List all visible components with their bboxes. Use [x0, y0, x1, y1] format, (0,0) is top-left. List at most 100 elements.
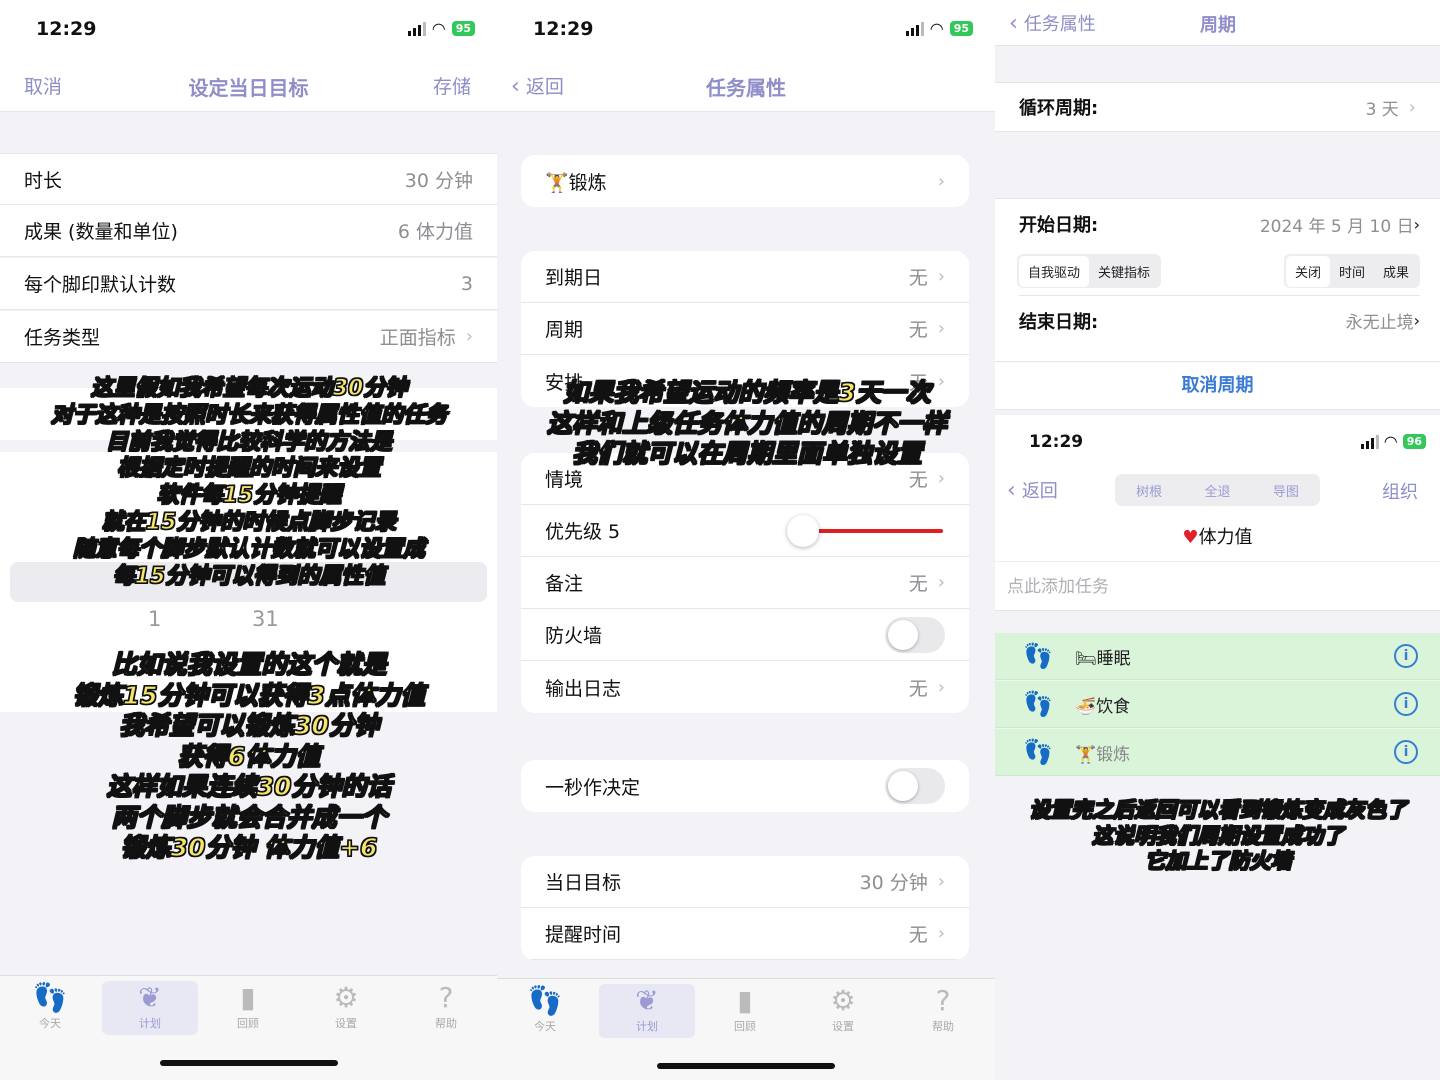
- caption-overlay-2: 比如说我设置的这个就是 锻炼15分钟可以获得3点体力值 我希望可以锻炼30分钟 获得6…: [72, 649, 426, 862]
- task-row-sleep[interactable]: 👣 🛏睡眠 i: [995, 633, 1440, 680]
- seg-back-all[interactable]: 全退: [1204, 481, 1230, 500]
- tab-review[interactable]: ▮ 回顾: [200, 981, 296, 1035]
- nav-bar: ‹ 任务属性 周期: [995, 0, 1440, 46]
- page-title: 设定当日目标: [188, 76, 309, 100]
- chevron-left-icon: ‹: [1007, 478, 1016, 503]
- gear-icon: ⚙: [830, 984, 856, 1017]
- panel-task-properties: 12:29 ◠ 95 ‹ 返回 任务属性 🏋锻炼 › 到期日无 › 周期无 › 安排无…: [497, 0, 995, 1080]
- seg-key-indicator[interactable]: 关键指标: [1089, 256, 1159, 287]
- quick-decision-row: 一秒作决定: [521, 760, 969, 812]
- inner-view-segmented: 树根 全退 导图: [1115, 474, 1320, 506]
- seg-result[interactable]: 成果: [1374, 256, 1418, 287]
- battery-icon: 95: [451, 21, 475, 36]
- caption-overlay: 如果我希望运动的频率是3天一次 这样和上级任务体力值的周期不一样 我们就可以在周期里…: [546, 377, 947, 468]
- tab-help[interactable]: ? 帮助: [398, 981, 494, 1035]
- seg-time[interactable]: 时间: [1330, 256, 1374, 287]
- seg-off[interactable]: 关闭: [1285, 255, 1330, 287]
- signal-icon: [905, 21, 924, 36]
- duration-row[interactable]: 时长 30 分钟: [0, 153, 497, 205]
- battery-icon: 95: [949, 21, 973, 36]
- chevron-right-icon: ›: [937, 923, 945, 944]
- info-icon[interactable]: i: [1394, 692, 1418, 716]
- goal-card: 当日目标 30 分钟 › 提醒时间无 ›: [521, 856, 969, 960]
- result-row[interactable]: 成果 (数量和单位) 6 体力值: [0, 205, 497, 257]
- bowl-icon: 🍜: [1075, 696, 1097, 717]
- quick-decision-card: 一秒作决定: [521, 760, 969, 812]
- chevron-right-icon: ›: [937, 170, 945, 192]
- cycle-row[interactable]: 周期无 ›: [521, 303, 969, 355]
- book-icon: ▮: [737, 984, 753, 1017]
- status-time: 12:29: [36, 18, 97, 40]
- plant-icon: ❦: [635, 984, 659, 1017]
- tab-today[interactable]: 👣 今天: [497, 984, 593, 1038]
- back-button[interactable]: ‹ 任务属性: [1009, 10, 1096, 36]
- footprint-icon: 👣: [32, 981, 68, 1014]
- inner-back-button[interactable]: ‹ 返回: [1007, 477, 1058, 503]
- info-icon[interactable]: i: [1394, 740, 1418, 764]
- chevron-left-icon: ‹: [1009, 11, 1018, 36]
- seg-mindmap[interactable]: 导图: [1273, 481, 1299, 500]
- task-name-row[interactable]: 🏋锻炼 ›: [521, 155, 969, 207]
- priority-row: 优先级 5: [521, 505, 969, 557]
- priority-slider[interactable]: [787, 514, 943, 547]
- footprint-icon: 👣: [1023, 690, 1053, 718]
- tab-bar: 👣 今天 ❦ 计划 ▮ 回顾 ⚙ 设置 ? 帮助: [497, 978, 995, 1080]
- output-log-row[interactable]: 输出日志无 ›: [521, 661, 969, 713]
- tab-settings[interactable]: ⚙ 设置: [298, 981, 394, 1035]
- picker-value-b: 31: [252, 607, 279, 631]
- bed-icon: 🛏: [1075, 648, 1097, 669]
- tab-plan[interactable]: ❦ 计划: [599, 984, 695, 1038]
- heart-icon: ♥: [1182, 527, 1199, 548]
- add-task-input[interactable]: 点此添加任务: [995, 561, 1440, 611]
- task-type-row[interactable]: 任务类型 正面指标 ›: [0, 311, 497, 363]
- tab-plan[interactable]: ❦ 计划: [102, 981, 198, 1035]
- caption-overlay-1: 这里假如我希望每次运动30分钟 对于这种是按照时长来获得属性值的任务 目前我觉得比较…: [50, 375, 447, 589]
- seg-root[interactable]: 树根: [1136, 481, 1162, 500]
- caption-overlay: 设置完之后返回可以看到锻炼变成灰色了 这说明我们周期设置成功了 它加上了防火墙: [1028, 797, 1407, 874]
- task-name-card: 🏋锻炼 ›: [521, 155, 969, 207]
- info-icon[interactable]: i: [1394, 644, 1418, 668]
- slider-knob[interactable]: [787, 514, 819, 547]
- cancel-cycle-button[interactable]: 取消周期: [995, 362, 1440, 410]
- chevron-right-icon: ›: [937, 871, 945, 892]
- tab-review[interactable]: ▮ 回顾: [697, 984, 793, 1038]
- page-title: 任务属性: [706, 76, 786, 100]
- home-indicator: [657, 1063, 835, 1069]
- inner-nav-bar: ‹ 返回 树根 全退 导图 组织: [995, 465, 1440, 515]
- seg-self-driven[interactable]: 自我驱动: [1019, 255, 1090, 287]
- reminder-row[interactable]: 提醒时间无 ›: [521, 908, 969, 960]
- mode-segmented: 关闭 时间 成果: [1283, 254, 1420, 288]
- tab-bar: 👣 今天 ❦ 计划 ▮ 回顾 ⚙ 设置 ? 帮助: [0, 975, 497, 1080]
- nav-bar: ‹ 返回 任务属性: [497, 58, 995, 112]
- quick-decision-toggle[interactable]: [885, 768, 945, 804]
- chevron-right-icon: ›: [465, 326, 473, 347]
- status-bar: 12:29 ◠ 95: [497, 0, 995, 58]
- tab-today[interactable]: 👣 今天: [2, 981, 98, 1035]
- end-date-row[interactable]: 结束日期: 永无止境 ›: [1019, 295, 1420, 345]
- footprint-icon: 👣: [1023, 738, 1053, 766]
- firewall-row: 防火墙: [521, 609, 969, 661]
- organize-button[interactable]: 组织: [1382, 478, 1418, 504]
- cycle-row[interactable]: 循环周期: 3 天 ›: [995, 82, 1440, 132]
- save-button[interactable]: 存储: [433, 72, 471, 99]
- task-row-diet[interactable]: 👣 🍜饮食 i: [995, 681, 1440, 728]
- status-time: 12:29: [533, 18, 594, 40]
- help-icon: ?: [438, 981, 454, 1014]
- exercise-icon: 🏋: [1075, 744, 1097, 765]
- task-row-exercise[interactable]: 👣 🏋锻炼 i: [995, 729, 1440, 776]
- chevron-right-icon: ›: [1408, 96, 1416, 118]
- group-title: ♥体力值: [995, 515, 1440, 561]
- daily-goal-row[interactable]: 当日目标 30 分钟 ›: [521, 856, 969, 908]
- start-date-row[interactable]: 开始日期: 2024 年 5 月 10 日 ›: [1019, 199, 1420, 249]
- chevron-right-icon: ›: [937, 676, 945, 698]
- footprint-icon: 👣: [527, 984, 563, 1017]
- footprint-count-row[interactable]: 每个脚印默认计数 3: [0, 258, 497, 310]
- chevron-right-icon: ›: [937, 572, 945, 593]
- firewall-toggle[interactable]: [885, 616, 945, 653]
- wifi-icon: ◠: [431, 18, 446, 38]
- due-date-row[interactable]: 到期日无 ›: [521, 251, 969, 303]
- tab-settings[interactable]: ⚙ 设置: [795, 984, 891, 1038]
- notes-row[interactable]: 备注无 ›: [521, 557, 969, 609]
- footprint-icon: 👣: [1023, 642, 1053, 670]
- tab-help[interactable]: ? 帮助: [895, 984, 991, 1038]
